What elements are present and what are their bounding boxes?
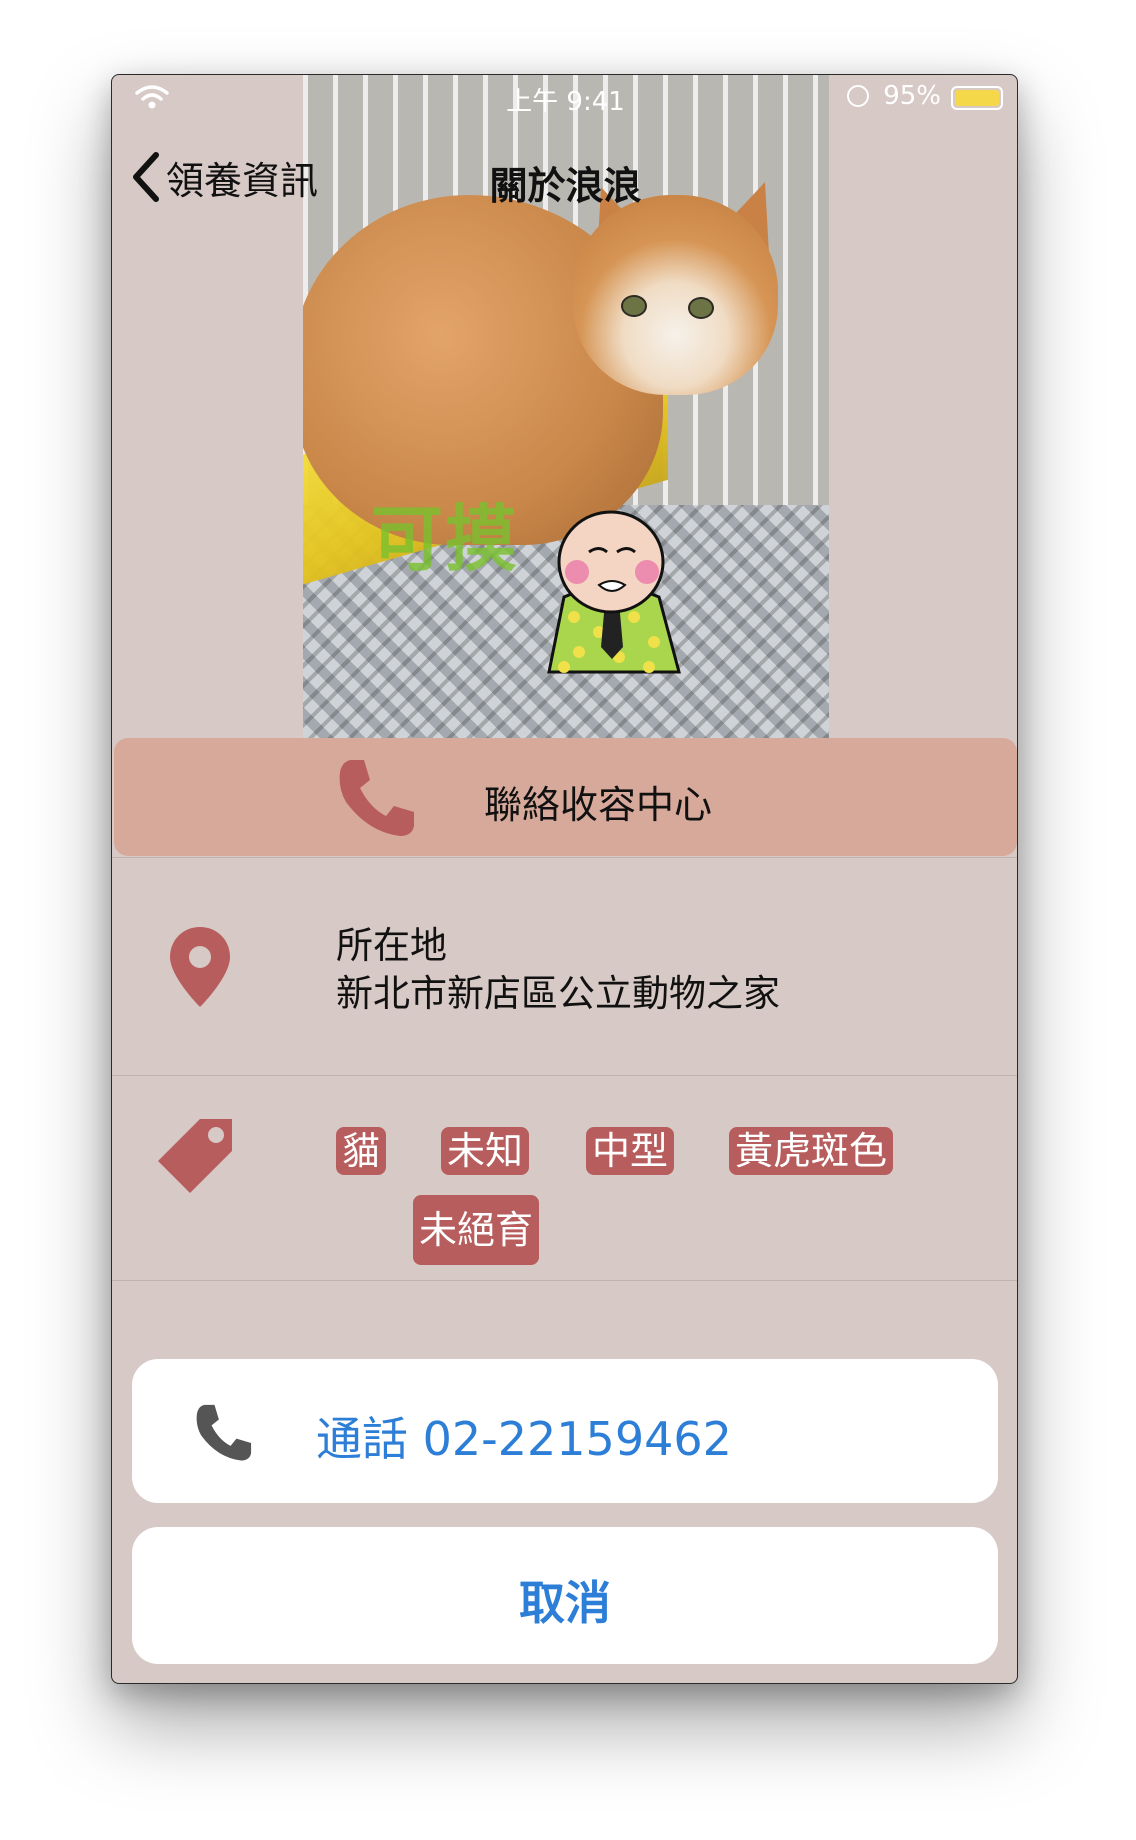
contact-shelter-button[interactable]: 聯絡收容中心 — [114, 738, 1017, 856]
location-value: 新北市新店區公立動物之家 — [336, 972, 780, 1015]
phone-icon — [196, 1404, 252, 1461]
contact-shelter-label: 聯絡收容中心 — [484, 783, 713, 827]
page-title: 關於浪浪 — [489, 164, 642, 208]
cancel-label: 取消 — [519, 1576, 611, 1630]
battery-icon — [951, 86, 1003, 110]
phone-icon — [339, 760, 414, 836]
location-pin-icon — [170, 927, 230, 1007]
status-bar: 上午 9:41 95% — [112, 75, 1017, 119]
call-action-label: 通話 02-22159462 — [316, 1412, 732, 1466]
orientation-lock-icon — [847, 85, 869, 107]
call-action-button[interactable]: 通話 02-22159462 — [132, 1359, 998, 1503]
divider — [112, 857, 1017, 858]
tag-icon — [158, 1119, 232, 1193]
phone-screen: 可摸 上午 9:41 95% 領養資訊 關於浪浪 聯絡收容中心 所在地 新北市新… — [111, 74, 1018, 1684]
tag-age: 未知 — [441, 1127, 530, 1175]
divider — [112, 1280, 1017, 1281]
location-title: 所在地 — [336, 924, 447, 967]
tag-species: 貓 — [336, 1127, 387, 1175]
tag-size: 中型 — [586, 1127, 675, 1175]
tag-color: 黃虎斑色 — [729, 1127, 894, 1175]
status-time: 上午 9:41 — [506, 87, 625, 117]
cancel-button[interactable]: 取消 — [132, 1527, 998, 1664]
old-man-sticker-icon — [547, 510, 681, 674]
divider — [112, 1075, 1017, 1076]
tag-neuter-status: 未絕育 — [413, 1195, 540, 1265]
battery-percentage: 95% — [883, 81, 941, 111]
photo-sticker-text: 可摸 — [371, 497, 520, 581]
